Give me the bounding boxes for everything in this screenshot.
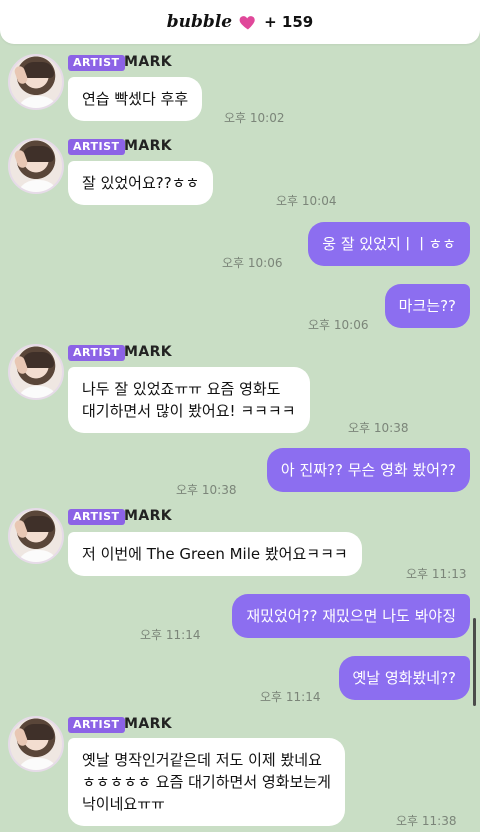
message-time: 오후 10:38 bbox=[348, 421, 409, 435]
chat-header: bubble + 159 bbox=[0, 0, 480, 44]
artist-badge: ARTIST bbox=[68, 139, 125, 155]
message-bubble-outgoing[interactable]: 마크는?? bbox=[384, 284, 470, 328]
message-bubble-outgoing[interactable]: 옛날 영화봤네?? bbox=[338, 656, 470, 700]
message-time: 오후 10:04 bbox=[276, 194, 337, 208]
artist-avatar[interactable] bbox=[8, 54, 64, 110]
message-bubble-incoming[interactable]: 나두 잘 있었죠ㅠㅠ 요즘 영화도 대기하면서 많이 봤어요! ㅋㅋㅋㅋ bbox=[68, 367, 310, 433]
subscriber-count: + 159 bbox=[264, 13, 314, 31]
sender-name: MARK bbox=[124, 138, 172, 154]
message-time: 오후 10:38 bbox=[176, 483, 237, 497]
message-bubble-outgoing[interactable]: 아 진짜?? 무슨 영화 봤어?? bbox=[266, 448, 470, 492]
artist-badge: ARTIST bbox=[68, 509, 125, 525]
sender-name: MARK bbox=[124, 508, 172, 524]
message-bubble-outgoing[interactable]: 재밌었어?? 재밌으면 나도 봐야징 bbox=[232, 594, 470, 638]
sender-name: MARK bbox=[124, 344, 172, 360]
message-time: 오후 10:06 bbox=[222, 256, 283, 270]
message-time: 오후 11:13 bbox=[406, 567, 467, 581]
message-bubble-incoming[interactable]: 옛날 명작인거같은데 저도 이제 봤네요 ㅎㅎㅎㅎㅎ 요즘 대기하면서 영화보는… bbox=[68, 738, 345, 826]
message-bubble-outgoing[interactable]: 웅 잘 있었지ㅣㅣㅎㅎ bbox=[308, 222, 470, 266]
artist-avatar[interactable] bbox=[8, 344, 64, 400]
artist-avatar[interactable] bbox=[8, 138, 64, 194]
message-time: 오후 10:06 bbox=[308, 318, 369, 332]
artist-badge: ARTIST bbox=[68, 55, 125, 71]
artist-avatar[interactable] bbox=[8, 508, 64, 564]
artist-badge: ARTIST bbox=[68, 345, 125, 361]
sender-name: MARK bbox=[124, 54, 172, 70]
artist-badge: ARTIST bbox=[68, 717, 125, 733]
message-time: 오후 11:14 bbox=[140, 628, 201, 642]
message-bubble-incoming[interactable]: 연습 빡셌다 후후 bbox=[68, 77, 203, 121]
scrollbar[interactable] bbox=[473, 618, 476, 706]
message-bubble-incoming[interactable]: 저 이번에 The Green Mile 봤어요ㅋㅋㅋ bbox=[68, 532, 362, 576]
message-time: 오후 11:38 bbox=[396, 814, 457, 828]
heart-icon bbox=[239, 16, 255, 30]
app-brand: bubble bbox=[166, 12, 233, 32]
message-time: 오후 11:14 bbox=[260, 690, 321, 704]
artist-avatar[interactable] bbox=[8, 716, 64, 772]
sender-name: MARK bbox=[124, 716, 172, 732]
message-bubble-incoming[interactable]: 잘 있었어요??ㅎㅎ bbox=[68, 161, 214, 205]
message-time: 오후 10:02 bbox=[224, 111, 285, 125]
